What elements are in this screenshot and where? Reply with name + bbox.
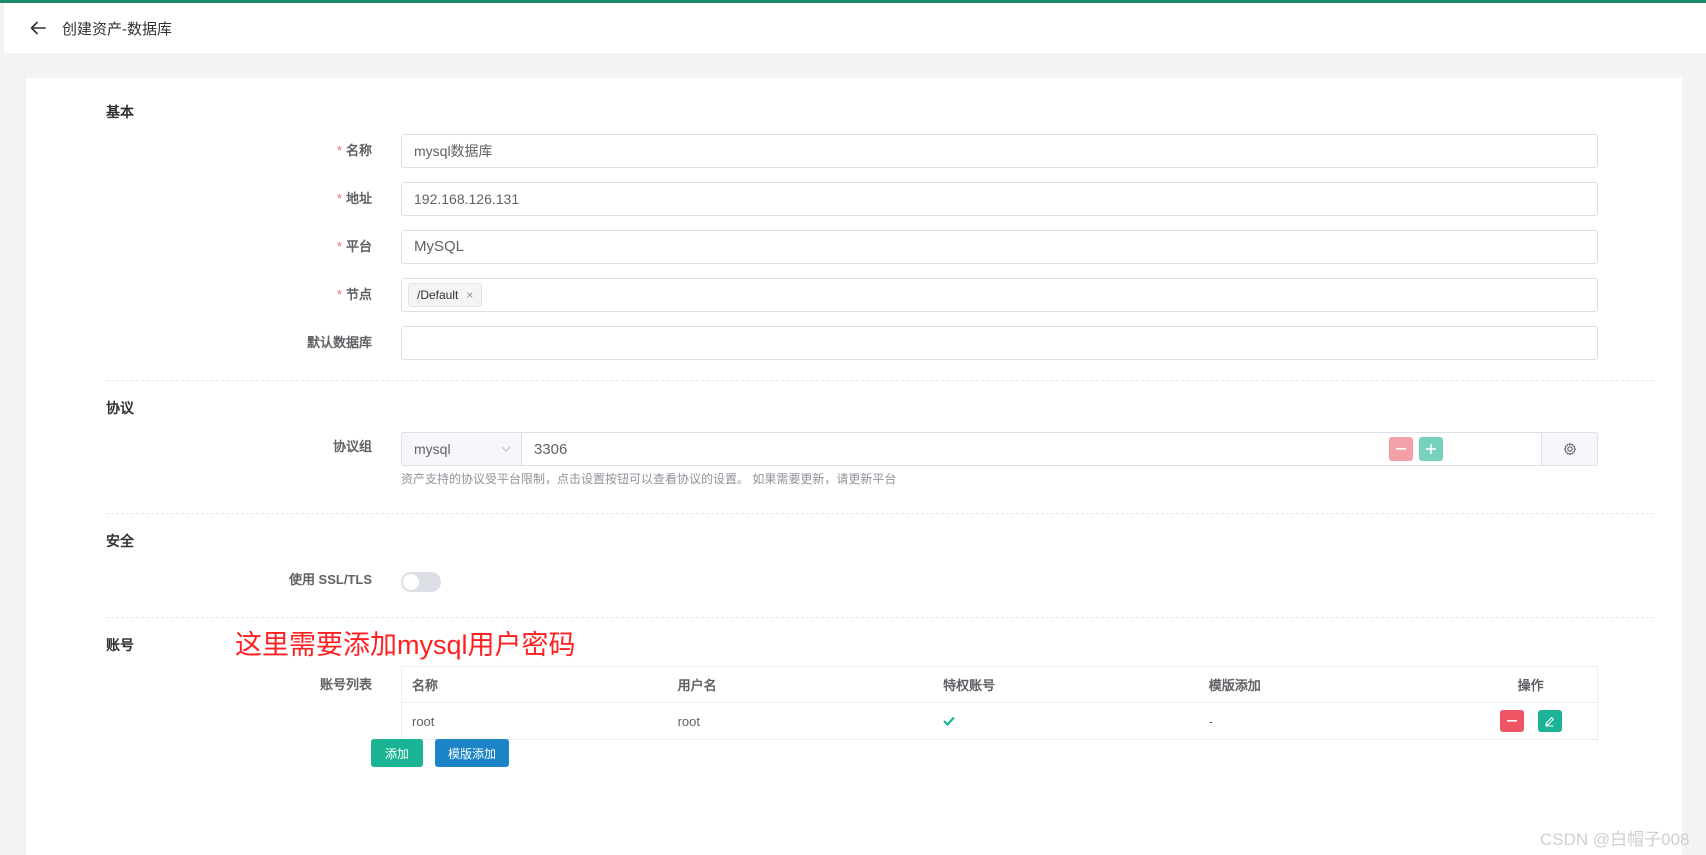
- add-account-button[interactable]: 添加: [371, 739, 423, 767]
- platform-select[interactable]: MySQL: [401, 230, 1598, 264]
- column-header-actions: 操作: [1517, 678, 1544, 693]
- edit-icon: [1545, 716, 1555, 726]
- csdn-watermark: CSDN @白帽子008: [1540, 830, 1690, 849]
- name-label: * 名称: [336, 143, 372, 158]
- name-input[interactable]: [401, 134, 1598, 168]
- red-annotation-text: 这里需要添加mysql用户密码: [235, 630, 576, 660]
- column-header-name: 名称: [412, 678, 439, 693]
- section-title-security: 安全: [106, 533, 134, 549]
- actions-cell: [1464, 710, 1597, 732]
- edit-account-button[interactable]: [1537, 710, 1562, 732]
- section-divider: [106, 617, 1654, 618]
- account-list-label: 账号列表: [319, 677, 372, 692]
- minus-icon: [1396, 448, 1406, 450]
- node-tag: /Default ×: [408, 283, 483, 307]
- back-arrow-icon[interactable]: [28, 18, 48, 38]
- delete-account-button[interactable]: [1499, 710, 1524, 732]
- default-db-input[interactable]: [401, 326, 1598, 360]
- plus-icon: [1426, 444, 1436, 454]
- gear-icon: [1563, 442, 1576, 456]
- account-username-cell: root: [677, 713, 700, 729]
- table-header-row: 名称 用户名 特权账号 模版添加 操作: [402, 667, 1597, 703]
- section-divider: [106, 380, 1654, 381]
- address-input[interactable]: [401, 182, 1598, 216]
- node-select[interactable]: /Default ×: [401, 278, 1598, 312]
- ssl-toggle[interactable]: [401, 572, 441, 592]
- table-row: root root -: [402, 703, 1597, 739]
- template-cell: -: [1208, 713, 1214, 729]
- section-title-protocol: 协议: [106, 400, 134, 416]
- column-header-privileged: 特权账号: [943, 678, 996, 693]
- ssl-label: 使用 SSL/TLS: [288, 572, 372, 587]
- check-icon: [943, 716, 955, 726]
- privileged-cell: [933, 714, 1199, 729]
- chevron-down-icon: [501, 446, 511, 452]
- page-header: 创建资产-数据库: [4, 3, 1706, 53]
- toggle-knob: [403, 574, 419, 590]
- asset-form-card: 基本 *名称 *地址 *平台 MySQL *节点 /Default × 默认数据…: [26, 78, 1682, 855]
- section-title-account: 账号: [106, 637, 134, 653]
- platform-label: * 平台: [336, 239, 372, 254]
- page-title: 创建资产-数据库: [62, 20, 172, 38]
- minus-icon: [1506, 720, 1517, 722]
- section-title-basic: 基本: [106, 104, 134, 120]
- protocol-group-label: 协议组: [332, 439, 372, 454]
- template-add-account-button[interactable]: 模版添加: [435, 739, 509, 767]
- tag-close-icon[interactable]: ×: [466, 288, 473, 302]
- account-table: 名称 用户名 特权账号 模版添加 操作 root root -: [401, 666, 1598, 740]
- remove-protocol-button[interactable]: [1389, 437, 1413, 461]
- column-header-username: 用户名: [677, 678, 717, 693]
- account-name-cell: root: [412, 713, 435, 729]
- section-divider: [106, 513, 1654, 514]
- node-label: * 节点: [336, 287, 372, 302]
- protocol-select[interactable]: mysql: [401, 432, 522, 466]
- default-db-label: 默认数据库: [306, 335, 372, 350]
- address-label: * 地址: [336, 191, 372, 206]
- column-header-template: 模版添加: [1208, 678, 1261, 693]
- protocol-help-text: 资产支持的协议受平台限制，点击设置按钮可以查看协议的设置。 如果需要更新，请更新…: [401, 472, 897, 486]
- add-protocol-button[interactable]: [1419, 437, 1443, 461]
- protocol-settings-button[interactable]: [1541, 432, 1598, 466]
